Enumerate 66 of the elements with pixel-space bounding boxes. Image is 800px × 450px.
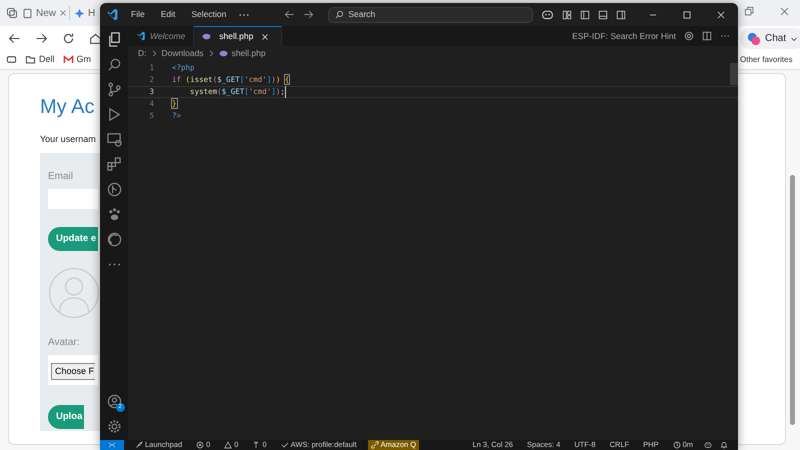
intro-text: Your usernam (40, 133, 96, 146)
refresh-icon[interactable] (62, 32, 75, 44)
antenna-icon (252, 441, 260, 449)
git-graph-icon[interactable] (106, 182, 122, 197)
extensions-icon[interactable] (106, 157, 122, 172)
maximize-icon[interactable] (682, 10, 692, 20)
files-icon[interactable] (106, 32, 122, 47)
run-debug-icon[interactable] (106, 107, 122, 122)
sidebar-icon[interactable] (580, 10, 590, 20)
folder-icon (25, 54, 36, 65)
sparkle-icon (74, 8, 86, 18)
menu-item[interactable]: File (127, 8, 149, 21)
layout-icon[interactable] (562, 10, 572, 20)
error-hint-button[interactable]: ESP-IDF: Search Error Hint (572, 30, 676, 42)
check-icon (280, 441, 289, 449)
tab-actions-icon[interactable] (6, 7, 18, 19)
search-icon (335, 10, 344, 19)
email-field[interactable] (48, 188, 98, 208)
secondary-sidebar-icon[interactable] (616, 10, 626, 20)
source-control-icon[interactable] (106, 82, 122, 97)
split-editor-icon[interactable] (702, 31, 712, 41)
avatar-label: Avatar: (48, 336, 80, 350)
reading-list-icon[interactable] (6, 54, 17, 65)
editor-tab[interactable]: shell.php (194, 26, 282, 46)
bell-icon[interactable] (720, 441, 728, 449)
breadcrumb-item[interactable]: D: (138, 46, 146, 60)
breadcrumb-item[interactable]: shell.php (218, 46, 266, 60)
home-icon[interactable] (89, 32, 102, 44)
remote-explorer-icon[interactable] (106, 132, 122, 147)
link-icon (370, 441, 379, 449)
panel-icon[interactable] (598, 10, 608, 20)
remote-icon (108, 441, 116, 449)
back-icon[interactable] (284, 9, 296, 20)
menu-item[interactable]: Selection (187, 8, 230, 21)
page-heading: My Ac (40, 95, 96, 120)
paw-icon[interactable] (106, 207, 122, 222)
favorite-link[interactable]: Gm (62, 52, 92, 66)
accounts-icon[interactable] (106, 394, 122, 409)
chat-button[interactable]: Chat (740, 28, 800, 49)
breadcrumb-item[interactable]: Downloads (162, 46, 204, 60)
menu-item[interactable]: Edit (156, 8, 180, 21)
app-logo-icon (136, 31, 146, 41)
chevron-right-icon (208, 50, 215, 56)
error-icon (196, 441, 204, 449)
browser-tab[interactable]: H (72, 2, 96, 24)
settings-icon[interactable] (106, 419, 122, 434)
app-logo-icon (106, 8, 119, 21)
favorite-link[interactable]: Dell (25, 52, 55, 66)
page-icon (22, 8, 33, 18)
browser-tab[interactable]: New (20, 2, 68, 24)
search-field[interactable]: Search (328, 6, 533, 22)
chevron-right-icon (150, 50, 158, 56)
email-label: Email (48, 170, 74, 184)
warning-icon (224, 441, 232, 449)
restore-icon[interactable] (744, 6, 755, 17)
search-icon[interactable] (106, 57, 122, 72)
forward-icon[interactable] (303, 9, 314, 20)
forward-icon[interactable] (35, 32, 48, 44)
other-favorites-link[interactable]: Other favorites (740, 54, 792, 66)
scrollbar[interactable] (790, 175, 795, 425)
back-icon[interactable] (8, 32, 21, 44)
clock-icon (672, 441, 681, 449)
choose-file-button[interactable]: Choose F (51, 362, 96, 380)
scrollbar[interactable] (730, 63, 738, 85)
mail-icon (62, 54, 74, 65)
avatar-icon (48, 266, 100, 319)
